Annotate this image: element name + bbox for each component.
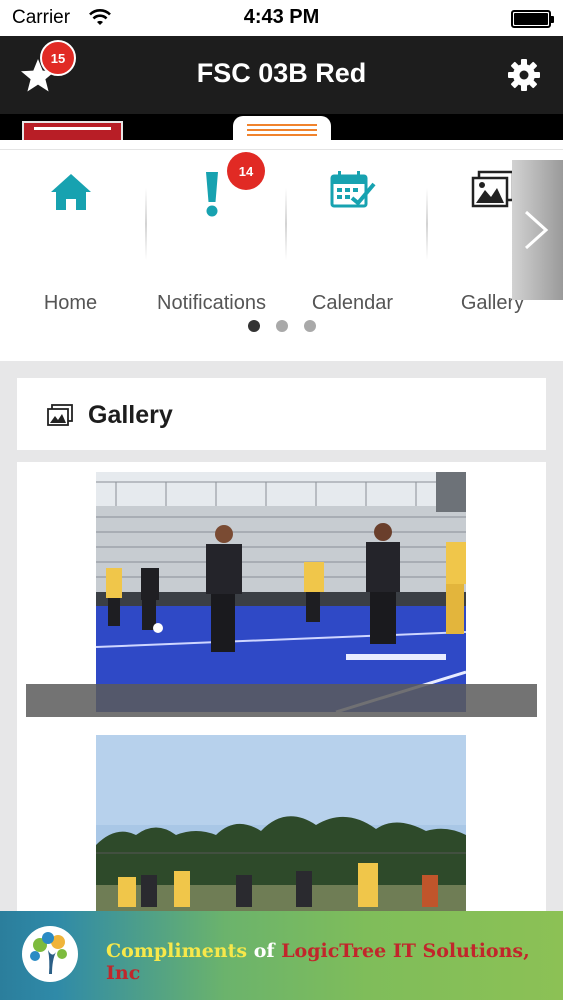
gear-icon[interactable] xyxy=(507,58,541,92)
sponsor-text: Compliments of LogicTree IT Solutions, I… xyxy=(106,940,563,984)
nav-bar: 15 FSC 03B Red xyxy=(0,36,563,114)
chevron-right-icon xyxy=(524,210,549,250)
sponsor-text-part: Compliments xyxy=(106,940,248,962)
gallery-photo[interactable] xyxy=(96,472,466,712)
sponsor-banner[interactable]: Compliments of LogicTree IT Solutions, I… xyxy=(0,911,563,1000)
home-icon xyxy=(50,174,91,210)
divider xyxy=(145,188,147,260)
gallery-section-header[interactable]: Gallery xyxy=(17,378,546,450)
gallery-photo[interactable] xyxy=(96,735,466,922)
gallery-title: Gallery xyxy=(88,401,173,429)
drawer-pull-tab[interactable] xyxy=(233,116,331,142)
page-dot[interactable] xyxy=(304,320,316,332)
quick-nav-label: Calendar xyxy=(311,292,394,314)
club-logo xyxy=(22,121,123,140)
clock: 4:43 PM xyxy=(243,6,320,28)
quick-nav-home[interactable]: Home xyxy=(0,160,141,320)
divider xyxy=(426,188,428,260)
exclamation-icon xyxy=(205,172,218,217)
next-page-button[interactable] xyxy=(512,160,563,300)
page-indicator[interactable] xyxy=(0,320,563,332)
battery-icon xyxy=(511,10,554,28)
quick-nav-notifications[interactable]: 14 Notifications xyxy=(141,152,282,320)
quick-nav-label: Notifications xyxy=(157,292,266,314)
photo-caption-bar xyxy=(26,684,537,717)
quick-nav-calendar[interactable]: Calendar xyxy=(282,160,423,320)
gallery-icon xyxy=(47,404,73,426)
divider xyxy=(0,149,563,150)
page-dot[interactable] xyxy=(248,320,260,332)
quick-nav-label: Home xyxy=(43,292,98,314)
divider xyxy=(285,188,287,260)
page-dot[interactable] xyxy=(276,320,288,332)
status-bar: Carrier 4:43 PM xyxy=(0,0,563,36)
notifications-badge: 14 xyxy=(227,152,265,190)
sponsor-logo xyxy=(22,926,78,982)
page-title: FSC 03B Red xyxy=(196,58,367,88)
sponsor-text-part: of xyxy=(247,940,282,962)
calendar-icon xyxy=(330,171,376,208)
gallery-list xyxy=(17,462,546,922)
gallery-icon xyxy=(471,170,514,208)
